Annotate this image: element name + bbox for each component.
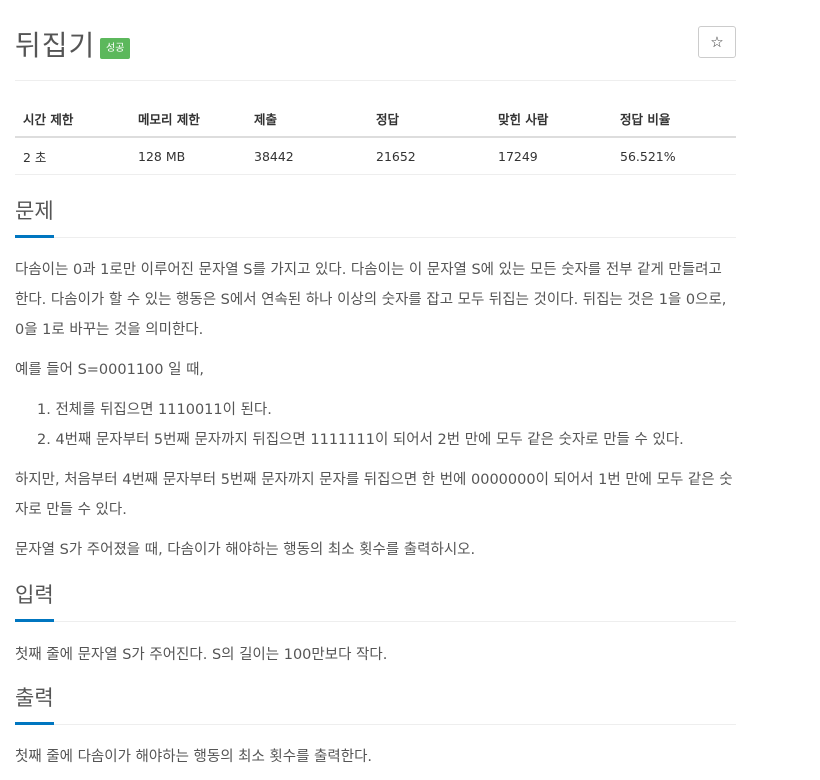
problem-page: 뒤집기 성공 ☆ 시간 제한 메모리 제한 제출 정답 맞힌 사람 정답 비율 … [15, 0, 736, 765]
description-example: 예를 들어 S=0001100 일 때, [15, 362, 205, 378]
stats-header: 메모리 제한 [130, 100, 246, 138]
favorite-button[interactable]: ☆ [698, 26, 736, 58]
input-heading: 입력 [15, 579, 54, 622]
list-item: 1. 전체를 뒤집으면 1110011이 된다. [37, 402, 272, 418]
output-description: 첫째 줄에 다솜이가 해야하는 행동의 최소 횟수를 출력한다. [15, 749, 373, 765]
stats-value: 21652 [368, 137, 490, 175]
star-icon: ☆ [710, 33, 724, 51]
input-description: 첫째 줄에 문자열 S가 주어진다. S의 길이는 100만보다 작다. [15, 647, 388, 663]
description-heading: 문제 [15, 195, 54, 238]
stats-header: 시간 제한 [15, 100, 130, 138]
problem-stats-table: 시간 제한 메모리 제한 제출 정답 맞힌 사람 정답 비율 2 초 128 M… [15, 100, 736, 175]
stats-header-row: 시간 제한 메모리 제한 제출 정답 맞힌 사람 정답 비율 [15, 100, 736, 138]
stats-header: 제출 [246, 100, 368, 138]
stats-value: 56.521% [612, 137, 736, 175]
description-section-header: 문제 [15, 194, 736, 238]
description-paragraph: 하지만, 처음부터 4번째 문자부터 5번째 문자까지 문자를 뒤집으면 한 번… [15, 472, 733, 518]
list-item: 2. 4번째 문자부터 5번째 문자까지 뒤집으면 1111111이 되어서 2… [37, 432, 684, 448]
stats-value-row: 2 초 128 MB 38442 21652 17249 56.521% [15, 137, 736, 175]
stats-value: 17249 [490, 137, 612, 175]
title-row: 뒤집기 성공 ☆ [15, 0, 736, 81]
problem-title: 뒤집기 [15, 29, 96, 62]
stats-header: 맞힌 사람 [490, 100, 612, 138]
stats-value: 38442 [246, 137, 368, 175]
output-section-header: 출력 [15, 681, 736, 725]
description-paragraph: 다솜이는 0과 1로만 이루어진 문자열 S를 가지고 있다. 다솜이는 이 문… [15, 262, 727, 338]
description-question: 문자열 S가 주어졌을 때, 다솜이가 해야하는 행동의 최소 횟수를 출력하시… [15, 542, 476, 558]
example-list: 1. 전체를 뒤집으면 1110011이 된다. 2. 4번째 문자부터 5번째… [15, 395, 736, 455]
stats-header: 정답 비율 [612, 100, 736, 138]
stats-header: 정답 [368, 100, 490, 138]
input-section-header: 입력 [15, 578, 736, 622]
stats-value: 2 초 [15, 137, 130, 175]
stats-value: 128 MB [130, 137, 246, 175]
output-heading: 출력 [15, 682, 54, 725]
status-badge: 성공 [100, 38, 131, 59]
